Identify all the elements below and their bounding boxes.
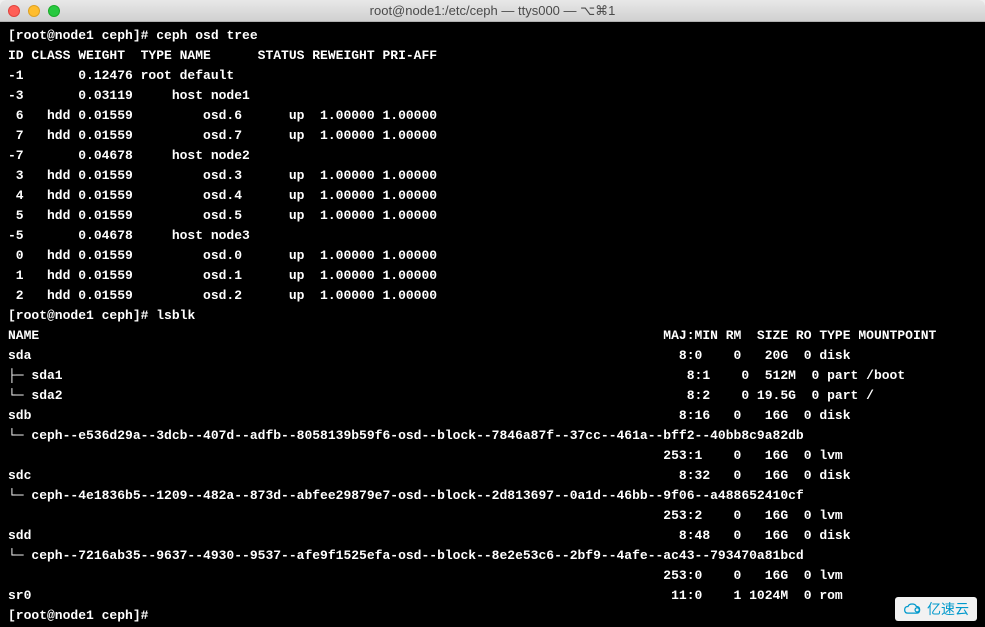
- lsblk-row: 253:1 0 16G 0 lvm: [8, 448, 858, 463]
- lsblk-row: 253:2 0 16G 0 lvm: [8, 508, 858, 523]
- terminal-window: root@node1:/etc/ceph — ttys000 — ⌥⌘1 [ro…: [0, 0, 985, 627]
- osd-tree-row: 6 hdd 0.01559 osd.6 up 1.00000 1.00000: [8, 108, 445, 123]
- close-button[interactable]: [8, 5, 20, 17]
- maximize-button[interactable]: [48, 5, 60, 17]
- osd-tree-row: 4 hdd 0.01559 osd.4 up 1.00000 1.00000: [8, 188, 445, 203]
- lsblk-row: sdc 8:32 0 16G 0 disk: [8, 468, 858, 483]
- watermark-text: 亿速云: [927, 599, 969, 619]
- osd-tree-row: 3 hdd 0.01559 osd.3 up 1.00000 1.00000: [8, 168, 445, 183]
- lsblk-row: sdb 8:16 0 16G 0 disk: [8, 408, 858, 423]
- lsblk-row: sdd 8:48 0 16G 0 disk: [8, 528, 858, 543]
- lsblk-row: 253:0 0 16G 0 lvm: [8, 568, 858, 583]
- osd-tree-row: 7 hdd 0.01559 osd.7 up 1.00000 1.00000: [8, 128, 445, 143]
- minimize-button[interactable]: [28, 5, 40, 17]
- lsblk-row: └─ ceph--4e1836b5--1209--482a--873d--abf…: [8, 488, 804, 503]
- watermark: 亿速云: [895, 597, 977, 621]
- lsblk-row: sr0 11:0 1 1024M 0 rom: [8, 588, 858, 603]
- osd-tree-row: 0 hdd 0.01559 osd.0 up 1.00000 1.00000: [8, 248, 445, 263]
- lsblk-header: NAME MAJ:MIN RM SIZE RO TYPE MOUNTPOINT: [8, 328, 936, 343]
- window-title: root@node1:/etc/ceph — ttys000 — ⌥⌘1: [8, 3, 977, 19]
- prompt: [root@node1 ceph]#: [8, 308, 156, 323]
- osd-tree-header: ID CLASS WEIGHT TYPE NAME STATUS REWEIGH…: [8, 48, 445, 63]
- prompt: [root@node1 ceph]#: [8, 608, 156, 623]
- lsblk-row: └─ sda2 8:2 0 19.5G 0 part /: [8, 388, 874, 403]
- cloud-icon: [903, 602, 923, 616]
- lsblk-row: └─ ceph--7216ab35--9637--4930--9537--afe…: [8, 548, 804, 563]
- lsblk-row: └─ ceph--e536d29a--3dcb--407d--adfb--805…: [8, 428, 804, 443]
- prompt: [root@node1 ceph]#: [8, 28, 156, 43]
- lsblk-row: ├─ sda1 8:1 0 512M 0 part /boot: [8, 368, 905, 383]
- command: lsblk: [156, 308, 195, 323]
- lsblk-row: sda 8:0 0 20G 0 disk: [8, 348, 858, 363]
- osd-tree-row: -3 0.03119 host node1: [8, 88, 453, 103]
- osd-tree-row: 5 hdd 0.01559 osd.5 up 1.00000 1.00000: [8, 208, 445, 223]
- command: ceph osd tree: [156, 28, 257, 43]
- osd-tree-row: -1 0.12476 root default: [8, 68, 453, 83]
- terminal-content[interactable]: [root@node1 ceph]# ceph osd tree ID CLAS…: [0, 22, 985, 627]
- titlebar: root@node1:/etc/ceph — ttys000 — ⌥⌘1: [0, 0, 985, 22]
- osd-tree-row: -7 0.04678 host node2: [8, 148, 453, 163]
- traffic-lights: [8, 5, 60, 17]
- osd-tree-row: 1 hdd 0.01559 osd.1 up 1.00000 1.00000: [8, 268, 445, 283]
- osd-tree-row: -5 0.04678 host node3: [8, 228, 453, 243]
- osd-tree-row: 2 hdd 0.01559 osd.2 up 1.00000 1.00000: [8, 288, 445, 303]
